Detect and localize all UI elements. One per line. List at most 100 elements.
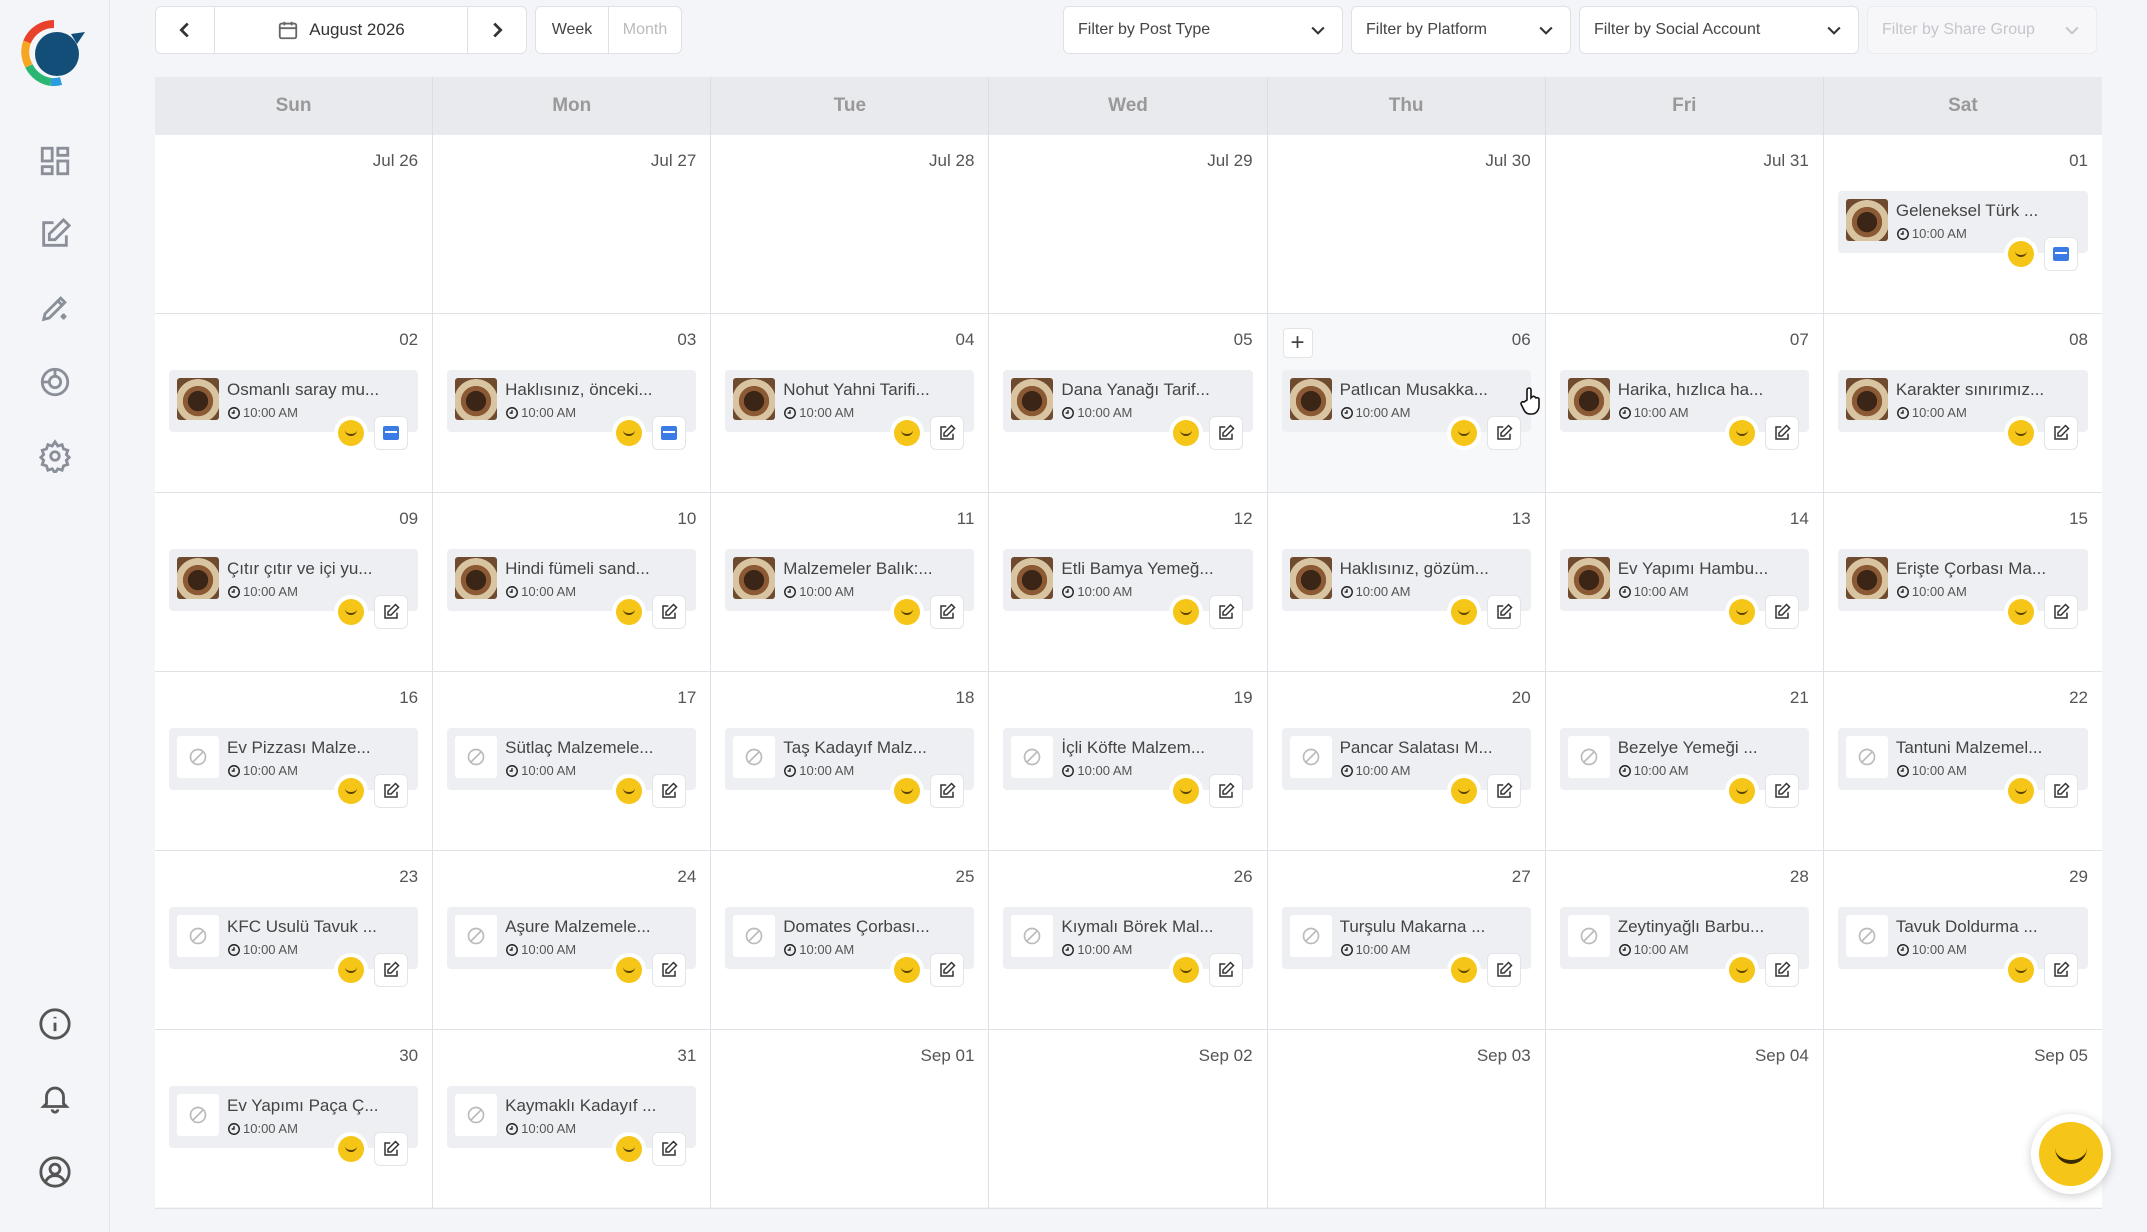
account-avatar[interactable] — [1724, 416, 1759, 450]
post-card[interactable]: Ev Yapımı Hambu... 10:00 AM — [1559, 549, 1809, 629]
edit-post-button[interactable] — [1486, 774, 1521, 808]
day-cell[interactable]: Sep 04 — [1545, 1030, 1824, 1209]
account-avatar[interactable] — [1168, 416, 1203, 450]
info-icon[interactable] — [35, 1004, 75, 1044]
analytics-icon[interactable] — [35, 362, 75, 402]
day-cell[interactable]: 16 Ev Pizzası Malze... 10:00 AM — [155, 672, 434, 851]
post-card[interactable]: Ev Yapımı Paça Ç... 10:00 AM — [169, 1086, 419, 1166]
bell-icon[interactable] — [35, 1078, 75, 1118]
account-avatar[interactable] — [334, 595, 369, 629]
post-card[interactable]: Haklısınız, önceki... 10:00 AM — [447, 370, 697, 450]
day-cell[interactable]: 29 Tavuk Doldurma ... 10:00 AM — [1823, 851, 2102, 1030]
day-cell[interactable]: 20 Pancar Salatası M... 10:00 AM — [1267, 672, 1546, 851]
post-card[interactable]: Karakter sınırımız... 10:00 AM — [1837, 370, 2088, 450]
day-cell[interactable]: 31 Kaymaklı Kadayıf ... 10:00 AM — [433, 1030, 712, 1209]
edit-post-button[interactable] — [652, 953, 687, 987]
post-card[interactable]: Kıymalı Börek Mal... 10:00 AM — [1003, 907, 1253, 987]
dashboard-icon[interactable] — [35, 141, 75, 181]
user-icon[interactable] — [35, 1152, 75, 1192]
account-avatar[interactable] — [612, 1132, 647, 1166]
day-cell[interactable]: Jul 28 — [711, 135, 990, 314]
prev-period-button[interactable] — [156, 7, 214, 53]
day-cell[interactable]: Jul 30 — [1267, 135, 1546, 314]
account-avatar[interactable] — [2003, 237, 2038, 271]
edit-post-button[interactable] — [1764, 595, 1799, 629]
day-cell[interactable]: 28 Zeytinyağlı Barbu... 10:00 AM — [1545, 851, 1824, 1030]
day-cell[interactable]: 07 Harika, hızlıca ha... 10:00 AM — [1545, 314, 1824, 493]
day-cell[interactable]: 05 Dana Yanağı Tarif... 10:00 AM — [989, 314, 1268, 493]
ai-write-icon[interactable] — [35, 288, 75, 328]
edit-post-button[interactable] — [930, 595, 965, 629]
edit-post-button[interactable] — [1764, 774, 1799, 808]
filter-social-account[interactable]: Filter by Social Account — [1579, 6, 1859, 54]
day-cell[interactable]: 10 Hindi fümeli sand... 10:00 AM — [433, 493, 712, 672]
add-post-button[interactable]: + — [1282, 328, 1313, 358]
date-picker-button[interactable]: August 2026 — [214, 7, 468, 53]
post-card[interactable]: Domates Çorbası... 10:00 AM — [725, 907, 975, 987]
post-card[interactable]: Pancar Salatası M... 10:00 AM — [1281, 728, 1531, 808]
account-avatar[interactable] — [1168, 774, 1203, 808]
account-avatar[interactable] — [1724, 774, 1759, 808]
account-avatar[interactable] — [1446, 774, 1481, 808]
post-card[interactable]: Zeytinyağlı Barbu... 10:00 AM — [1559, 907, 1809, 987]
edit-post-button[interactable] — [2043, 953, 2078, 987]
day-cell[interactable]: 22 Tantuni Malzemel... 10:00 AM — [1823, 672, 2102, 851]
post-card[interactable]: Ev Pizzası Malze... 10:00 AM — [169, 728, 419, 808]
account-avatar[interactable] — [890, 774, 925, 808]
edit-post-button[interactable] — [652, 595, 687, 629]
post-card[interactable]: Hindi fümeli sand... 10:00 AM — [447, 549, 697, 629]
account-avatar[interactable] — [2003, 774, 2038, 808]
day-cell[interactable]: 19 İçli Köfte Malzem... 10:00 AM — [989, 672, 1268, 851]
post-card[interactable]: Geleneksel Türk ... 10:00 AM — [1837, 191, 2088, 271]
post-card[interactable]: Harika, hızlıca ha... 10:00 AM — [1559, 370, 1809, 450]
day-cell[interactable]: 15 Erişte Çorbası Ma... 10:00 AM — [1823, 493, 2102, 672]
post-card[interactable]: Kaymaklı Kadayıf ... 10:00 AM — [447, 1086, 697, 1166]
account-avatar[interactable] — [612, 953, 647, 987]
google-business-button[interactable] — [2043, 237, 2078, 271]
account-avatar[interactable] — [612, 774, 647, 808]
day-cell[interactable]: 23 KFC Usulü Tavuk ... 10:00 AM — [155, 851, 434, 1030]
post-card[interactable]: Aşure Malzemele... 10:00 AM — [447, 907, 697, 987]
next-period-button[interactable] — [468, 7, 526, 53]
account-avatar[interactable] — [1168, 953, 1203, 987]
day-cell[interactable]: 17 Sütlaç Malzemele... 10:00 AM — [433, 672, 712, 851]
account-avatar[interactable] — [890, 953, 925, 987]
edit-post-button[interactable] — [1208, 953, 1243, 987]
edit-post-button[interactable] — [2043, 416, 2078, 450]
day-cell[interactable]: 26 Kıymalı Börek Mal... 10:00 AM — [989, 851, 1268, 1030]
settings-icon[interactable] — [35, 436, 75, 476]
account-avatar[interactable] — [612, 416, 647, 450]
post-card[interactable]: Bezelye Yemeği ... 10:00 AM — [1559, 728, 1809, 808]
account-avatar[interactable] — [1446, 953, 1481, 987]
day-cell[interactable]: 04 Nohut Yahni Tarifi... 10:00 AM — [711, 314, 990, 493]
day-cell[interactable]: 18 Taş Kadayıf Malz... 10:00 AM — [711, 672, 990, 851]
post-card[interactable]: Tantuni Malzemel... 10:00 AM — [1837, 728, 2088, 808]
day-cell[interactable]: 11 Malzemeler Balık:... 10:00 AM — [711, 493, 990, 672]
post-card[interactable]: Çıtır çıtır ve içi yu... 10:00 AM — [169, 549, 419, 629]
account-avatar[interactable] — [334, 953, 369, 987]
account-avatar[interactable] — [1446, 595, 1481, 629]
account-avatar[interactable] — [1724, 595, 1759, 629]
day-cell[interactable]: 27 Turşulu Makarna ... 10:00 AM — [1267, 851, 1546, 1030]
day-cell[interactable]: Jul 31 — [1545, 135, 1824, 314]
edit-post-button[interactable] — [374, 1132, 409, 1166]
day-cell[interactable]: 01 Geleneksel Türk ... 10:00 AM — [1823, 135, 2102, 314]
day-cell[interactable]: Sep 02 — [989, 1030, 1268, 1209]
account-avatar[interactable] — [334, 416, 369, 450]
post-card[interactable]: Erişte Çorbası Ma... 10:00 AM — [1837, 549, 2088, 629]
day-cell[interactable]: 09 Çıtır çıtır ve içi yu... 10:00 AM — [155, 493, 434, 672]
app-logo[interactable] — [21, 20, 87, 86]
post-card[interactable]: Tavuk Doldurma ... 10:00 AM — [1837, 907, 2088, 987]
account-avatar[interactable] — [334, 774, 369, 808]
day-cell[interactable]: 12 Etli Bamya Yemeğ... 10:00 AM — [989, 493, 1268, 672]
edit-post-button[interactable] — [374, 774, 409, 808]
account-avatar[interactable] — [612, 595, 647, 629]
edit-post-button[interactable] — [2043, 774, 2078, 808]
account-avatar[interactable] — [1446, 416, 1481, 450]
account-avatar[interactable] — [890, 595, 925, 629]
post-card[interactable]: KFC Usulü Tavuk ... 10:00 AM — [169, 907, 419, 987]
account-avatar[interactable] — [890, 416, 925, 450]
post-card[interactable]: Nohut Yahni Tarifi... 10:00 AM — [725, 370, 975, 450]
day-cell[interactable]: 08 Karakter sınırımız... 10:00 AM — [1823, 314, 2102, 493]
edit-post-button[interactable] — [374, 595, 409, 629]
